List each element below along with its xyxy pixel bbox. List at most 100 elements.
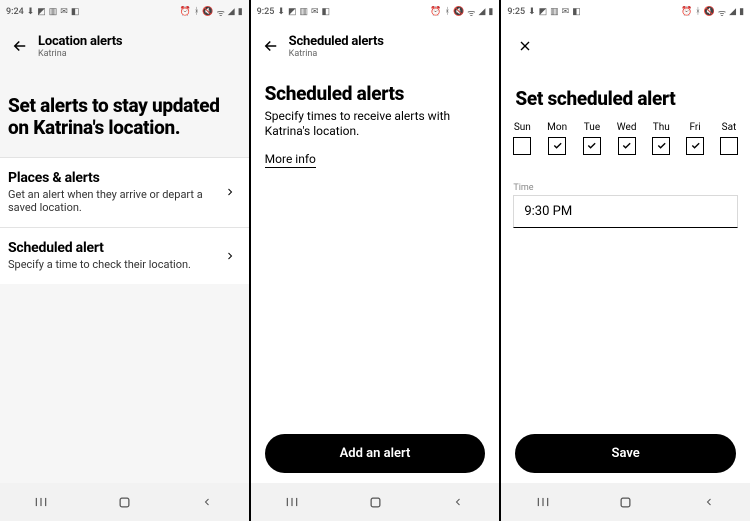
chevron-right-icon [219, 186, 241, 198]
close-button[interactable] [513, 34, 537, 58]
battery-icon: ▮ [739, 7, 744, 17]
day-toggle-fri: Fri [686, 122, 704, 155]
notification-icon: ✉ [311, 7, 319, 17]
notification-icon: ◧ [572, 7, 581, 17]
status-time: 9:25 [257, 7, 275, 17]
mute-icon: 🔇 [202, 7, 213, 17]
home-button[interactable] [366, 493, 384, 511]
notification-icon: ▥ [550, 7, 559, 17]
header-subtitle: Katrina [38, 49, 122, 59]
day-checkbox[interactable] [652, 137, 670, 155]
signal-icon: ᯤ [467, 6, 475, 19]
day-toggle-tue: Tue [583, 122, 601, 155]
recents-button[interactable] [283, 493, 301, 511]
back-button[interactable] [8, 34, 32, 58]
notification-icon: ◧ [322, 7, 331, 17]
day-checkbox[interactable] [686, 137, 704, 155]
android-navbar [0, 483, 249, 521]
day-label: Fri [690, 122, 701, 133]
bluetooth-icon: ᚼ [445, 7, 450, 17]
android-navbar [251, 483, 500, 521]
save-button[interactable]: Save [515, 434, 736, 473]
day-label: Sat [722, 122, 737, 133]
day-toggle-sat: Sat [720, 122, 738, 155]
page-heading: Scheduled alerts [251, 65, 500, 107]
notification-icon: ⬇ [277, 7, 285, 17]
bluetooth-icon: ᚼ [194, 7, 199, 17]
alarm-icon: ⏰ [430, 7, 441, 17]
home-button[interactable] [115, 493, 133, 511]
screen-set-scheduled-alert: 9:25 ⬇ ◩ ▥ ✉ ◧ ⏰ ᚼ 🔇 ᯤ ◢ ▮ Set schedule [501, 0, 750, 521]
app-header [501, 24, 750, 64]
row-desc: Get an alert when they arrive or depart … [8, 188, 219, 216]
notification-icon: ◩ [539, 7, 548, 17]
status-time: 9:24 [6, 7, 24, 17]
more-info-link[interactable]: More info [265, 152, 316, 168]
row-label: Scheduled alert [8, 240, 219, 256]
chevron-right-icon [219, 250, 241, 262]
mute-icon: 🔇 [453, 7, 464, 17]
day-checkbox[interactable] [548, 137, 566, 155]
recents-button[interactable] [534, 493, 552, 511]
recents-button[interactable] [32, 493, 50, 511]
page-heading: Set alerts to stay updated on Katrina's … [0, 65, 249, 157]
status-time: 9:25 [507, 7, 525, 17]
notification-icon: ✉ [562, 7, 570, 17]
day-checkbox[interactable] [618, 137, 636, 155]
home-button[interactable] [617, 493, 635, 511]
bluetooth-icon: ᚼ [695, 7, 700, 17]
battery-icon: ▮ [238, 7, 243, 17]
day-label: Thu [653, 122, 670, 133]
day-toggle-sun: Sun [513, 122, 531, 155]
notification-icon: ⬇ [27, 7, 35, 17]
signal-icon: ◢ [729, 7, 736, 17]
notification-icon: ✉ [60, 7, 68, 17]
day-toggle-thu: Thu [652, 122, 670, 155]
day-checkbox[interactable] [720, 137, 738, 155]
mute-icon: 🔇 [704, 7, 715, 17]
screen-location-alerts: 9:24 ⬇ ◩ ▥ ✉ ◧ ⏰ ᚼ 🔇 ᯤ ◢ ▮ Location aler… [0, 0, 249, 521]
app-header: Scheduled alerts Katrina [251, 24, 500, 65]
android-navbar [501, 483, 750, 521]
signal-icon: ◢ [478, 7, 485, 17]
app-header: Location alerts Katrina [0, 24, 249, 65]
signal-icon: ᯤ [217, 6, 225, 19]
status-bar: 9:24 ⬇ ◩ ▥ ✉ ◧ ⏰ ᚼ 🔇 ᯤ ◢ ▮ [0, 0, 249, 24]
notification-icon: ◩ [37, 7, 46, 17]
day-label: Tue [584, 122, 600, 133]
status-bar: 9:25 ⬇ ◩ ▥ ✉ ◧ ⏰ ᚼ 🔇 ᯤ ◢ ▮ [251, 0, 500, 24]
screen-scheduled-alerts: 9:25 ⬇ ◩ ▥ ✉ ◧ ⏰ ᚼ 🔇 ᯤ ◢ ▮ Scheduled ale… [251, 0, 500, 521]
back-nav-button[interactable] [198, 493, 216, 511]
header-title: Scheduled alerts [289, 34, 384, 49]
row-scheduled-alert[interactable]: Scheduled alert Specify a time to check … [0, 227, 249, 284]
page-description: Specify times to receive alerts with Kat… [251, 107, 500, 152]
time-field[interactable]: 9:30 PM [513, 195, 738, 228]
notification-icon: ◩ [288, 7, 297, 17]
header-title: Location alerts [38, 34, 122, 49]
day-label: Sun [514, 122, 531, 133]
day-checkbox[interactable] [583, 137, 601, 155]
add-alert-button[interactable]: Add an alert [265, 434, 486, 473]
notification-icon: ▥ [49, 7, 58, 17]
row-label: Places & alerts [8, 170, 219, 186]
status-bar: 9:25 ⬇ ◩ ▥ ✉ ◧ ⏰ ᚼ 🔇 ᯤ ◢ ▮ [501, 0, 750, 24]
day-toggle-wed: Wed [617, 122, 637, 155]
header-subtitle: Katrina [289, 49, 384, 59]
notification-icon: ◧ [71, 7, 80, 17]
signal-icon: ◢ [228, 7, 235, 17]
back-button[interactable] [259, 34, 283, 58]
day-label: Mon [547, 122, 567, 133]
signal-icon: ᯤ [718, 6, 726, 19]
alarm-icon: ⏰ [681, 7, 692, 17]
row-places-alerts[interactable]: Places & alerts Get an alert when they a… [0, 157, 249, 228]
back-nav-button[interactable] [700, 493, 718, 511]
back-nav-button[interactable] [449, 493, 467, 511]
alarm-icon: ⏰ [180, 7, 191, 17]
notification-icon: ⬇ [528, 7, 536, 17]
notification-icon: ▥ [299, 7, 308, 17]
day-checkbox[interactable] [513, 137, 531, 155]
day-label: Wed [617, 122, 637, 133]
day-toggle-mon: Mon [547, 122, 567, 155]
days-of-week: Sun Mon Tue Wed Thu [501, 112, 750, 159]
battery-icon: ▮ [488, 7, 493, 17]
